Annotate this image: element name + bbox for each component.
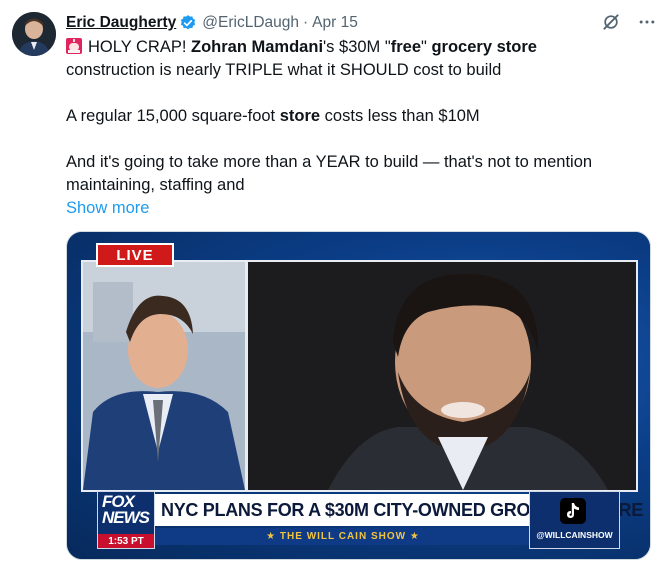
tweet-paragraph-2: A regular 15,000 square-foot store costs… — [66, 105, 646, 128]
anchor-panel — [81, 260, 247, 492]
tweet-paragraph-1: HOLY CRAP! Zohran Mamdani's $30M "free" … — [66, 36, 646, 82]
tweet[interactable]: Eric Daugherty @EricLDaugh · Apr 15 HOLY… — [0, 0, 671, 567]
more-icon[interactable] — [637, 12, 657, 32]
lower-third: FOX NEWS 1:53 PT NYC PLANS FOR A $30M CI… — [97, 491, 643, 549]
fox-news-logo: FOX NEWS 1:53 PT — [97, 491, 155, 549]
show-more-link[interactable]: Show more — [66, 199, 149, 217]
text-zohran: Zohran Mamdani — [191, 38, 324, 56]
tiktok-icon — [560, 498, 586, 524]
text-regular: A regular 15,000 square-foot — [66, 107, 280, 125]
grok-icon[interactable] — [601, 12, 621, 32]
tweet-date[interactable]: Apr 15 — [312, 14, 358, 32]
rotating-light-icon — [66, 38, 82, 54]
chyron-headline: NYC PLANS FOR A $30M CITY-OWNED GROCERY … — [155, 494, 643, 526]
verified-badge-icon[interactable] — [179, 14, 197, 32]
text-free: free — [390, 38, 422, 56]
text-30m: 's $30M " — [323, 38, 391, 56]
author-handle[interactable]: @EricLDaugh — [202, 14, 299, 32]
text-construction: construction is nearly TRIPLE what it SH… — [66, 61, 502, 79]
text-holy-crap: HOLY CRAP! — [88, 38, 192, 56]
text-grocery-store: grocery store — [431, 38, 537, 56]
media-video[interactable]: LIVE FOX NEWS 1:53 PT NYC PLANS FOR A $3… — [66, 231, 651, 560]
text-quote: " — [421, 38, 432, 56]
fox-news-logo-text: FOX NEWS — [102, 492, 150, 527]
text-maintaining: maintaining, staffing and — [66, 176, 245, 194]
author-name[interactable]: Eric Daugherty — [66, 14, 176, 32]
live-badge: LIVE — [96, 243, 174, 267]
tiktok-box: @WILLCAINSHOW — [529, 491, 620, 549]
tweet-paragraph-3: And it's going to take more than a YEAR … — [66, 151, 646, 197]
tweet-header: Eric Daugherty @EricLDaugh · Apr 15 — [66, 12, 358, 34]
text-store: store — [279, 107, 321, 125]
text-costs: costs less than $10M — [320, 107, 480, 125]
tiktok-handle: @WILLCAINSHOW — [536, 530, 613, 540]
photo-panel — [246, 260, 638, 492]
avatar[interactable] — [12, 12, 56, 56]
separator-dot: · — [303, 14, 309, 31]
broadcast-time: 1:53 PT — [98, 534, 154, 548]
text-year: And it's going to take more than a YEAR … — [66, 153, 593, 171]
show-name: ★ THE WILL CAIN SHOW ★ — [155, 528, 531, 545]
tweet-actions — [601, 12, 657, 32]
tweet-text: HOLY CRAP! Zohran Mamdani's $30M "free" … — [66, 36, 646, 220]
